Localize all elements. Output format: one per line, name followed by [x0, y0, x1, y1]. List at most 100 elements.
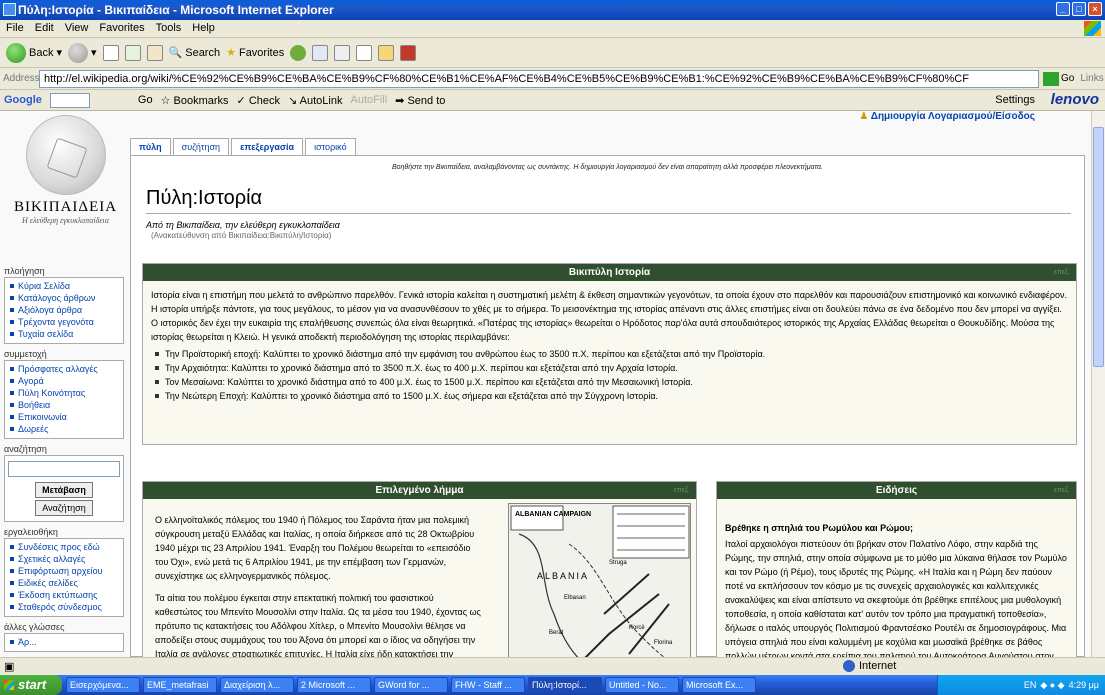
- search-button[interactable]: Αναζήτηση: [35, 500, 93, 516]
- sidebar-item-language[interactable]: Ἀρ...: [8, 636, 120, 648]
- featured-article-panel: Επιλεγμένο λήμμα επεξ. Ο ελληνοϊταλικός π…: [142, 481, 697, 657]
- google-autolink-button[interactable]: ↘ AutoLink: [288, 94, 342, 107]
- tab-discussion[interactable]: συζήτηση: [172, 138, 230, 156]
- menu-favorites[interactable]: Favorites: [99, 22, 144, 35]
- taskbar-item[interactable]: EME_metafrasi: [143, 677, 217, 693]
- folder-icon[interactable]: [378, 44, 395, 61]
- edit-icon[interactable]: [356, 44, 373, 61]
- sidebar-item-upload[interactable]: Επιφόρτωση αρχείου: [8, 565, 120, 577]
- menu-view[interactable]: View: [65, 22, 89, 35]
- sidebar-item-recent-changes[interactable]: Πρόσφατες αλλαγές: [8, 363, 120, 375]
- language-indicator[interactable]: EN: [1024, 680, 1037, 690]
- system-tray: EN ◆ ● ◆ 4:29 μμ: [937, 675, 1105, 695]
- map-title: ALBANIAN CAMPAIGN: [515, 511, 591, 518]
- messenger-icon[interactable]: [400, 44, 417, 61]
- stop-icon[interactable]: [102, 44, 119, 61]
- taskbar-item[interactable]: Εισερχόμενα...: [66, 677, 140, 693]
- list-item: Τον Μεσαίωνα: Καλύπτει το χρονικό διάστη…: [151, 375, 1068, 389]
- forward-button[interactable]: ▾: [68, 42, 97, 63]
- google-go-button[interactable]: Go: [138, 94, 153, 106]
- sidebar-item-donations[interactable]: Δωρεές: [8, 423, 120, 435]
- taskbar-item[interactable]: Untitled - No...: [605, 677, 679, 693]
- tagline: Από τη Βικιπαίδεια, την ελεύθερη εγκυκλο…: [146, 220, 340, 230]
- wiki-search-input[interactable]: [8, 461, 120, 477]
- print-icon[interactable]: [334, 44, 351, 61]
- taskbar-item-active[interactable]: Πύλη:Ιστορί...: [528, 677, 602, 693]
- menu-help[interactable]: Help: [192, 22, 215, 35]
- maximize-button[interactable]: □: [1072, 2, 1086, 16]
- languages-heading: άλλες γλώσσες: [4, 622, 124, 634]
- back-arrow-icon: [6, 42, 26, 63]
- sidebar-item-contact[interactable]: Επικοινωνία: [8, 411, 120, 423]
- vertical-scrollbar[interactable]: [1091, 111, 1105, 657]
- wikipedia-logo[interactable]: ΒΙΚΙΠΑΙΔΕΙΑ Η ελεύθερη εγκυκλοπαίδεια: [8, 115, 123, 260]
- albanian-campaign-map[interactable]: ALBANIAN CAMPAIGN ALBANIA Elbasan Korcë …: [508, 503, 691, 657]
- close-button[interactable]: ×: [1088, 2, 1102, 16]
- sidebar-item-featured[interactable]: Αξιόλογα άρθρα: [8, 304, 120, 316]
- sidebar-item-whatlinkshere[interactable]: Συνδέσεις προς εδώ: [8, 541, 120, 553]
- edit-link[interactable]: επεξ.: [1054, 264, 1070, 281]
- sidebar-item-community-portal[interactable]: Πύλη Κοινότητας: [8, 387, 120, 399]
- sidebar-item-printable[interactable]: Έκδοση εκτύπωσης: [8, 589, 120, 601]
- google-autofill-button[interactable]: AutoFill: [350, 94, 387, 106]
- taskbar-item[interactable]: GWord for ...: [374, 677, 448, 693]
- intro-paragraph: Ιστορία είναι η επιστήμη που μελετά το α…: [151, 290, 1068, 342]
- sidebar-item-current-events[interactable]: Τρέχοντα γεγονότα: [8, 316, 120, 328]
- nav-list: Κύρια Σελίδα Κατάλογος άρθρων Αξιόλογα ά…: [4, 278, 124, 344]
- sidebar-item-market[interactable]: Αγορά: [8, 375, 120, 387]
- address-input[interactable]: http://el.wikipedia.org/wiki/%CE%92%CE%B…: [39, 69, 1039, 88]
- map-graphic: ALBANIAN CAMPAIGN ALBANIA Elbasan Korcë …: [510, 505, 690, 657]
- sidebar-item-main-page[interactable]: Κύρια Σελίδα: [8, 280, 120, 292]
- menu-tools[interactable]: Tools: [156, 22, 182, 35]
- search-box: Μετάβαση Αναζήτηση: [4, 456, 124, 522]
- edit-link[interactable]: επεξ.: [1054, 482, 1070, 499]
- google-logo: Google: [4, 94, 42, 106]
- tab-edit[interactable]: επεξεργασία: [231, 138, 304, 156]
- redirect-note[interactable]: (Ανακατεύθυνση από Βικιπαίδεια:Βικιπύλη/…: [151, 231, 331, 240]
- toolbar: Back ▾ ▾ 🔍 Search ★ Favorites: [0, 38, 1105, 68]
- scrollbar-thumb[interactable]: [1093, 127, 1104, 367]
- back-button[interactable]: Back ▾: [6, 42, 62, 63]
- google-sendto-button[interactable]: ➡ Send to: [395, 94, 445, 107]
- google-bookmarks-button[interactable]: ☆ Bookmarks: [161, 94, 229, 107]
- go-page-button[interactable]: Μετάβαση: [35, 482, 93, 498]
- news-headline: Βρέθηκε η σπηλιά του Ρωμύλου και Ρώμου;: [725, 523, 913, 533]
- taskbar-item[interactable]: FHW - Staff ...: [451, 677, 525, 693]
- menu-bar: File Edit View Favorites Tools Help: [0, 20, 1105, 38]
- sidebar-item-help[interactable]: Βοήθεια: [8, 399, 120, 411]
- minimize-button[interactable]: _: [1056, 2, 1070, 16]
- google-check-button[interactable]: ✓ Check: [237, 94, 280, 107]
- search-icon: 🔍: [168, 47, 183, 59]
- user-icon: ♟: [859, 111, 869, 122]
- favorites-button[interactable]: ★ Favorites: [226, 46, 284, 60]
- menu-edit[interactable]: Edit: [35, 22, 54, 35]
- sidebar-item-random[interactable]: Τυχαία σελίδα: [8, 328, 120, 340]
- history-icon[interactable]: [290, 44, 307, 61]
- menu-file[interactable]: File: [6, 22, 24, 35]
- taskbar-item[interactable]: 2 Microsoft ...: [297, 677, 371, 693]
- featured-paragraph-2: Τα αίτια του πολέμου έγκειται στην επεκτ…: [155, 593, 481, 657]
- mail-icon[interactable]: [312, 44, 329, 61]
- puzzle-globe-icon: [25, 115, 106, 195]
- google-settings-button[interactable]: Settings: [995, 94, 1035, 106]
- start-button[interactable]: start: [0, 675, 62, 695]
- sidebar-item-article-index[interactable]: Κατάλογος άρθρων: [8, 292, 120, 304]
- google-search-input[interactable]: [49, 92, 90, 108]
- links-label[interactable]: Links: [1080, 73, 1103, 84]
- taskbar-item[interactable]: Διαχείριση λ...: [220, 677, 294, 693]
- sidebar-item-permalink[interactable]: Σταθερός σύνδεσμος: [8, 601, 120, 613]
- go-button[interactable]: Go: [1043, 71, 1074, 86]
- refresh-icon[interactable]: [124, 44, 141, 61]
- map-place: Florina: [654, 640, 673, 646]
- login-link[interactable]: ♟ Δημιουργία Λογαριασμού/Είσοδος: [859, 111, 1035, 122]
- home-icon[interactable]: [146, 44, 163, 61]
- edit-link[interactable]: επεξ.: [674, 482, 690, 499]
- search-button[interactable]: 🔍 Search: [168, 46, 221, 60]
- sidebar-item-related-changes[interactable]: Σχετικές αλλαγές: [8, 553, 120, 565]
- sidebar-item-special-pages[interactable]: Ειδικές σελίδες: [8, 577, 120, 589]
- tab-history[interactable]: ιστορικό: [305, 138, 356, 156]
- window-titlebar: Πύλη:Ιστορία - Βικιπαίδεια - Microsoft I…: [0, 0, 1105, 20]
- tab-portal[interactable]: πύλη: [130, 138, 171, 156]
- go-arrow-icon: [1043, 71, 1059, 86]
- taskbar-item[interactable]: Microsoft Ex...: [682, 677, 756, 693]
